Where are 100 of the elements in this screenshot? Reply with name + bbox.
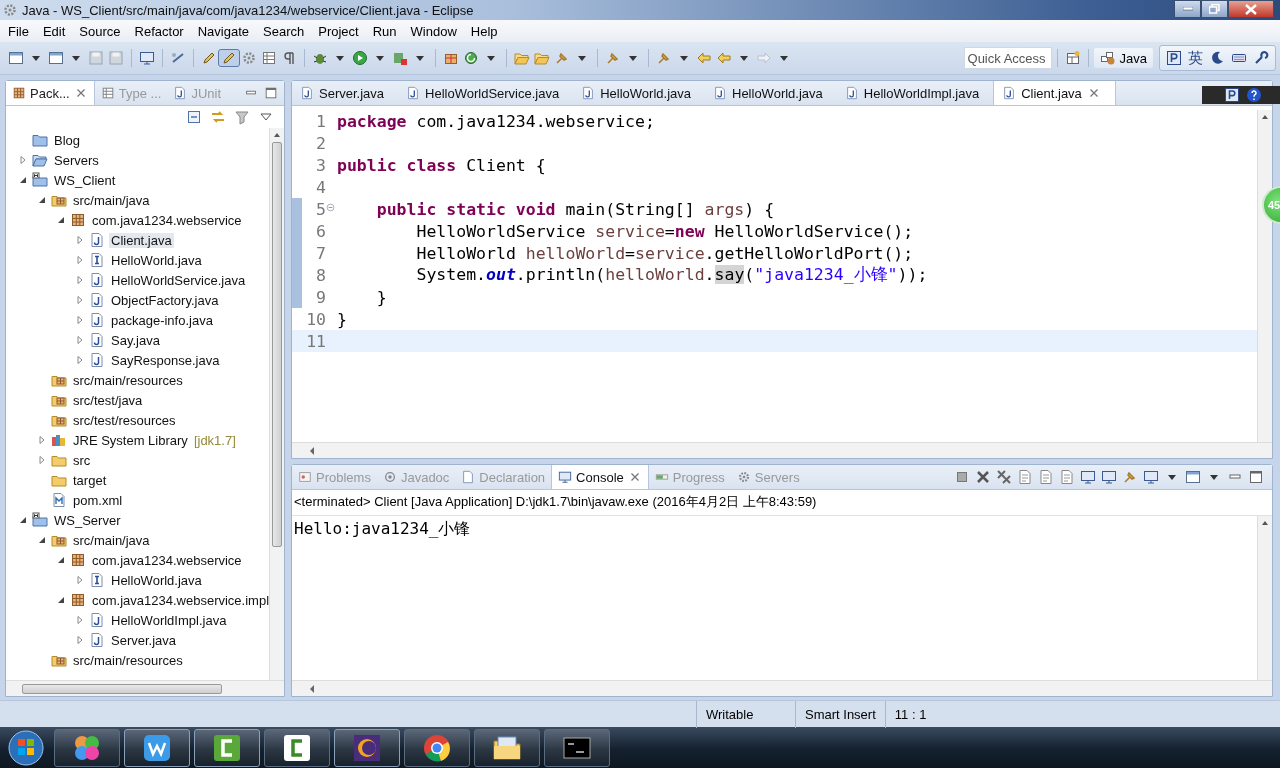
maximize-button[interactable] bbox=[1201, 0, 1228, 18]
open-perspective-icon[interactable] bbox=[1064, 50, 1081, 66]
collapsed-arrow-icon[interactable] bbox=[75, 335, 85, 345]
input-method-bar[interactable]: 英 bbox=[1159, 45, 1276, 71]
remove-icon[interactable] bbox=[975, 469, 991, 485]
expanded-arrow-icon[interactable] bbox=[56, 215, 66, 225]
maximize-icon[interactable] bbox=[264, 86, 278, 100]
tree-item[interactable]: JRE System Library bbox=[71, 432, 190, 448]
collapsed-arrow-icon[interactable] bbox=[75, 355, 85, 365]
collapsed-arrow-icon[interactable] bbox=[37, 455, 47, 465]
filter-icon[interactable] bbox=[234, 109, 250, 125]
horizontal-scrollbar[interactable] bbox=[292, 442, 1272, 458]
collapsed-arrow-icon[interactable] bbox=[75, 615, 85, 625]
tree-item[interactable]: src/main/resources bbox=[71, 652, 185, 668]
grid-icon[interactable] bbox=[261, 50, 277, 66]
pilcrow-icon[interactable] bbox=[281, 50, 297, 66]
link-icon[interactable] bbox=[170, 50, 186, 66]
view-tab[interactable]: Pack... bbox=[6, 81, 95, 105]
document-icon[interactable] bbox=[1038, 469, 1054, 485]
scroll-left-arrow-icon[interactable] bbox=[308, 445, 316, 456]
tree-item[interactable]: src/test/resources bbox=[71, 412, 178, 428]
document-icon[interactable] bbox=[1017, 469, 1033, 485]
horizontal-scrollbar[interactable] bbox=[6, 680, 284, 696]
tree-item[interactable]: Client.java bbox=[109, 232, 174, 248]
tree-item[interactable]: src/main/java bbox=[71, 532, 152, 548]
run-icon[interactable] bbox=[352, 50, 368, 66]
collapsed-arrow-icon[interactable] bbox=[37, 435, 47, 445]
menu-item[interactable]: Source bbox=[72, 23, 128, 39]
expanded-arrow-icon[interactable] bbox=[18, 175, 28, 185]
monitor-icon[interactable] bbox=[139, 50, 155, 66]
menu-item[interactable]: Run bbox=[365, 23, 404, 39]
document-icon[interactable] bbox=[1059, 469, 1075, 485]
tree-item[interactable]: Blog bbox=[52, 132, 83, 148]
collapsed-arrow-icon[interactable] bbox=[75, 255, 85, 265]
new-project-icon[interactable] bbox=[48, 50, 64, 66]
menu-item[interactable]: Search bbox=[256, 23, 312, 39]
tree-item[interactable]: src/main/resources bbox=[71, 372, 185, 388]
expanded-arrow-icon[interactable] bbox=[56, 595, 66, 605]
collapsed-arrow-icon[interactable] bbox=[75, 315, 85, 325]
refresh-icon[interactable] bbox=[463, 50, 479, 66]
monitor-icon[interactable] bbox=[1143, 469, 1159, 485]
collapsed-arrow-icon[interactable] bbox=[75, 275, 85, 285]
menu-item[interactable]: Edit bbox=[35, 23, 73, 39]
menu-item[interactable]: Navigate bbox=[190, 23, 256, 39]
collapsed-arrow-icon[interactable] bbox=[75, 235, 85, 245]
expanded-arrow-icon[interactable] bbox=[56, 555, 66, 565]
editor-tab[interactable]: HelloWorldImpl.java bbox=[836, 81, 994, 105]
collapse-all-icon[interactable] bbox=[186, 109, 202, 125]
collapsed-arrow-icon[interactable] bbox=[75, 635, 85, 645]
wrench-icon[interactable] bbox=[1253, 50, 1269, 66]
editor-tab[interactable]: HelloWorld.java bbox=[573, 81, 705, 105]
tree-item[interactable]: Servers bbox=[52, 152, 101, 168]
tree-item[interactable]: pom.xml bbox=[71, 492, 125, 508]
scroll-left-arrow-icon[interactable] bbox=[308, 683, 316, 694]
quick-access-field[interactable]: Quick Access bbox=[963, 47, 1052, 69]
tree-item[interactable]: com.java1234.webservice bbox=[90, 552, 244, 568]
editor-tab[interactable]: HelloWorldService.java bbox=[398, 81, 574, 105]
stop-icon[interactable] bbox=[954, 469, 970, 485]
tree-item[interactable]: target bbox=[71, 472, 109, 488]
tree-item[interactable]: Say.java bbox=[109, 332, 162, 348]
tree-item[interactable]: com.java1234.webservice.impl bbox=[90, 592, 269, 608]
pencil-icon[interactable] bbox=[201, 50, 217, 66]
menu-item[interactable]: Window bbox=[403, 23, 464, 39]
tree-item[interactable]: HelloWorld.java bbox=[109, 252, 204, 268]
horizontal-scrollbar[interactable] bbox=[292, 680, 1272, 696]
editor-tab[interactable]: Client.java bbox=[993, 81, 1116, 105]
tree-item[interactable]: HelloWorldService.java bbox=[109, 272, 248, 288]
tree-item[interactable]: package-info.java bbox=[109, 312, 215, 328]
tree-item[interactable]: com.java1234.webservice bbox=[90, 212, 244, 228]
input-method-icon[interactable] bbox=[1224, 87, 1240, 103]
vertical-scrollbar[interactable] bbox=[269, 128, 284, 680]
maximize-icon[interactable] bbox=[1248, 469, 1264, 485]
vertical-scrollbar[interactable] bbox=[1257, 516, 1272, 680]
close-button[interactable] bbox=[1228, 0, 1274, 18]
expanded-arrow-icon[interactable] bbox=[18, 515, 28, 525]
help-icon[interactable] bbox=[1246, 87, 1262, 103]
monitor-icon[interactable] bbox=[1101, 469, 1117, 485]
input-method-icon[interactable] bbox=[1166, 50, 1182, 66]
start-button[interactable] bbox=[6, 727, 46, 768]
gear-icon[interactable] bbox=[241, 50, 257, 66]
expanded-arrow-icon[interactable] bbox=[37, 195, 47, 205]
tree-item[interactable]: src bbox=[71, 452, 93, 468]
editor-tab[interactable]: Server.java bbox=[292, 81, 399, 105]
view-tab[interactable]: Console bbox=[551, 465, 649, 489]
collapsed-arrow-icon[interactable] bbox=[75, 575, 85, 585]
expanded-arrow-icon[interactable] bbox=[37, 535, 47, 545]
tree-item[interactable]: HelloWorld.java bbox=[109, 572, 204, 588]
monitor-icon[interactable] bbox=[1080, 469, 1096, 485]
perspective-button[interactable]: Java bbox=[1093, 48, 1153, 68]
menu-item[interactable]: Help bbox=[463, 23, 505, 39]
window-icon[interactable] bbox=[1185, 469, 1201, 485]
language-toggle[interactable]: 英 bbox=[1188, 48, 1203, 68]
collapsed-arrow-icon[interactable] bbox=[75, 295, 85, 305]
moon-icon[interactable] bbox=[1209, 50, 1225, 66]
remove-all-icon[interactable] bbox=[996, 469, 1012, 485]
tree-item[interactable]: WS_Server bbox=[52, 512, 123, 528]
menu-item[interactable]: Refactor bbox=[127, 23, 191, 39]
menu-item[interactable]: File bbox=[1, 23, 36, 39]
tree-item[interactable]: HelloWorldImpl.java bbox=[109, 612, 229, 628]
collapsed-arrow-icon[interactable] bbox=[18, 155, 28, 165]
